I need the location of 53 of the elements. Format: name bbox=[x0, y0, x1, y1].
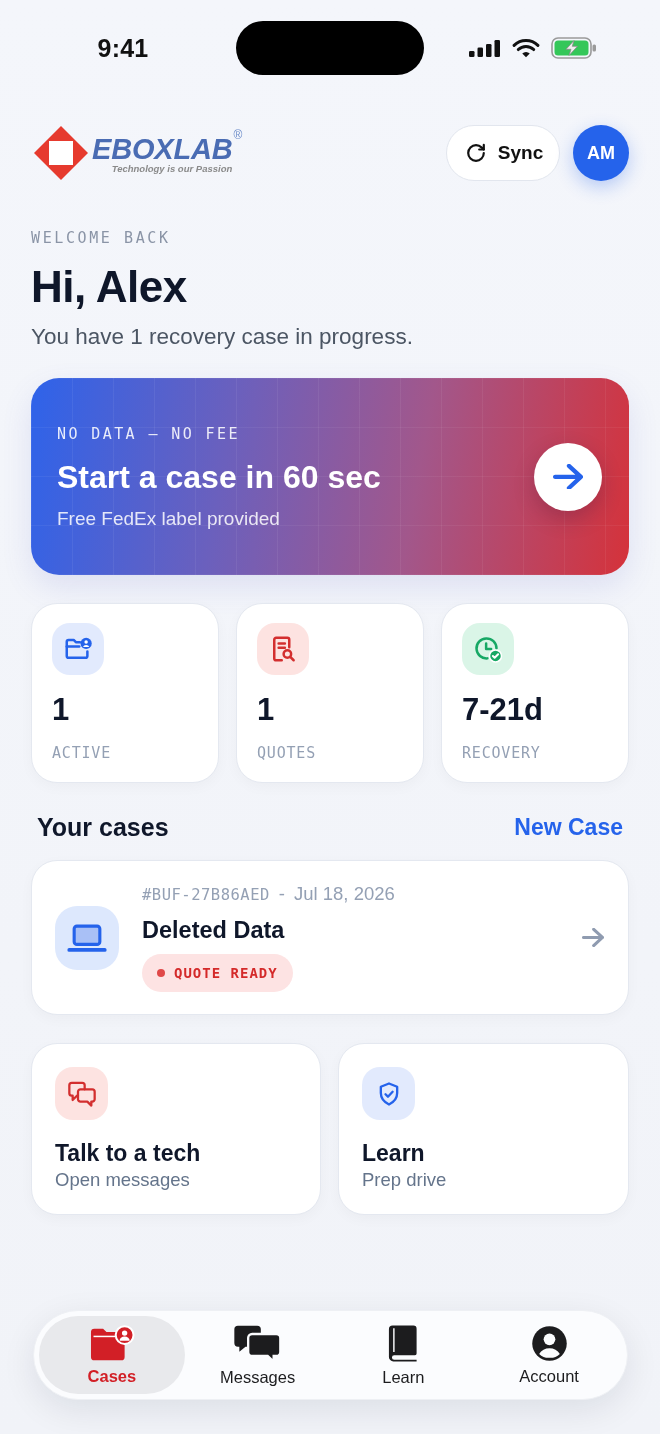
action-card[interactable]: Talk to a tech Open messages bbox=[31, 1043, 321, 1215]
document-search-icon bbox=[257, 623, 309, 675]
status-label: QUOTE READY bbox=[174, 965, 278, 981]
action-subtitle: Open messages bbox=[55, 1168, 190, 1192]
case-card[interactable]: #BUF-27B86AED - Jul 18, 2026 Deleted Data QUOTE READY bbox=[31, 860, 629, 1015]
stat-label: RECOVERY bbox=[462, 743, 541, 763]
section-title: Your cases bbox=[37, 812, 169, 842]
stat-value: 1 bbox=[52, 693, 70, 727]
tab[interactable]: Learn bbox=[330, 1316, 477, 1394]
folder-user-icon bbox=[88, 1324, 135, 1362]
stat-label: QUOTES bbox=[257, 743, 316, 763]
battery-icon bbox=[551, 37, 597, 59]
avatar[interactable]: AM bbox=[573, 125, 629, 181]
logo-tagline: Technology is our Passion bbox=[111, 162, 233, 174]
action-title: Learn bbox=[362, 1139, 425, 1167]
stat-value: 1 bbox=[257, 693, 275, 727]
logo-wordmark: EBOXLAB bbox=[92, 134, 233, 163]
laptop-icon bbox=[55, 905, 119, 970]
action-subtitle: Prep drive bbox=[362, 1168, 447, 1192]
status-time: 9:41 bbox=[96, 33, 149, 63]
tab[interactable]: Messages bbox=[184, 1316, 331, 1394]
user-circle-icon bbox=[530, 1324, 568, 1362]
case-title: Deleted Data bbox=[142, 916, 285, 944]
sync-button[interactable]: Sync bbox=[446, 125, 560, 181]
arrow-right-icon bbox=[582, 928, 604, 947]
action-title: Talk to a tech bbox=[55, 1139, 201, 1167]
greeting-subtitle: You have 1 recovery case in progress. bbox=[31, 324, 414, 350]
clock-check-icon bbox=[462, 623, 514, 675]
diamond-logo-icon bbox=[34, 126, 88, 180]
hero-title: Start a case in 60 sec bbox=[57, 457, 381, 496]
greeting-title: Hi, Alex bbox=[31, 263, 188, 311]
action-card[interactable]: Learn Prep drive bbox=[338, 1043, 629, 1215]
tab[interactable]: Account bbox=[476, 1316, 622, 1394]
welcome-eyebrow: WELCOME BACK bbox=[31, 228, 172, 248]
registered-mark: ® bbox=[233, 128, 243, 141]
folder-user-icon bbox=[52, 623, 104, 675]
case-date: Jul 18, 2026 bbox=[294, 883, 395, 905]
shield-check-icon bbox=[362, 1067, 415, 1120]
tab[interactable]: Cases bbox=[39, 1316, 185, 1394]
hero-subtitle: Free FedEx label provided bbox=[57, 506, 281, 530]
stat-value: 7-21d bbox=[462, 693, 543, 727]
wifi-icon bbox=[512, 38, 540, 58]
book-icon bbox=[387, 1323, 420, 1363]
new-case-link[interactable]: New Case bbox=[514, 813, 623, 841]
hero-eyebrow: NO DATA – NO FEE bbox=[57, 423, 241, 444]
refresh-icon bbox=[464, 142, 487, 164]
stat-label: ACTIVE bbox=[52, 743, 111, 763]
arrow-right-icon bbox=[553, 463, 583, 490]
case-id: #BUF-27B86AED bbox=[142, 885, 270, 906]
chat-bubbles-icon bbox=[55, 1067, 108, 1120]
status-dot-icon bbox=[157, 969, 165, 977]
meta-separator: - bbox=[278, 883, 285, 905]
signal-icon bbox=[469, 39, 501, 57]
